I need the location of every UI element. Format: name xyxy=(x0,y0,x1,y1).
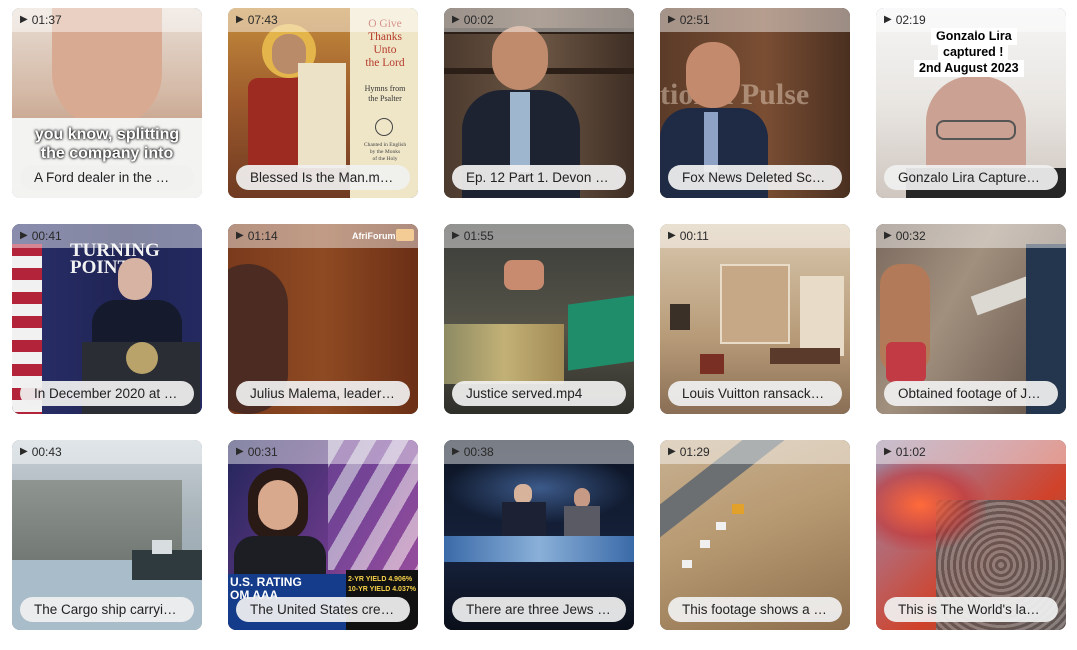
video-tile[interactable]: ▶ 01:29 This footage shows a … xyxy=(660,440,850,630)
video-duration: ▶ 00:32 xyxy=(884,229,926,243)
video-tile[interactable]: ▶ 00:38 There are three Jews … xyxy=(444,440,634,630)
video-title[interactable]: Louis Vuitton ransack… xyxy=(668,381,842,406)
video-title[interactable]: Ep. 12 Part 1. Devon … xyxy=(452,165,626,190)
video-duration: ▶ 01:37 xyxy=(20,13,62,27)
video-tile[interactable]: tional Pulse ▶02:51 Fox News Deleted Sc… xyxy=(660,8,850,198)
video-title[interactable]: In December 2020 at … xyxy=(20,381,194,406)
play-icon: ▶ xyxy=(20,230,28,241)
video-title[interactable]: This footage shows a … xyxy=(668,597,842,622)
video-tile[interactable]: ▶ 00:43 The Cargo ship carryi… xyxy=(12,440,202,630)
play-icon: ▶ xyxy=(668,230,676,241)
play-icon: ▶ xyxy=(236,14,244,25)
ticker-line: 10-YR YIELD 4.037% xyxy=(348,586,416,593)
video-tile[interactable]: U.S. RATING OM AAA 2-YR YIELD 4.906% 10-… xyxy=(228,440,418,630)
video-title[interactable]: Julius Malema, leader … xyxy=(236,381,410,406)
video-grid: you know, splitting the company into ▶ 01… xyxy=(0,0,1077,650)
video-duration: ▶ 01:02 xyxy=(884,445,926,459)
play-icon: ▶ xyxy=(668,14,676,25)
video-overlay-line: 2nd August 2023 xyxy=(914,60,1024,77)
video-tile[interactable]: ▶ 00:32 Obtained footage of J… xyxy=(876,224,1066,414)
video-duration: ▶ 00:02 xyxy=(452,13,494,27)
play-icon: ▶ xyxy=(884,14,892,25)
video-tile[interactable]: ▶ 00:02 Ep. 12 Part 1. Devon … xyxy=(444,8,634,198)
video-title[interactable]: The Cargo ship carryi… xyxy=(20,597,194,622)
video-tile[interactable]: AfriForum ▶ 01:14 Julius Malema, leader … xyxy=(228,224,418,414)
video-tile[interactable]: ▶ 01:55 Justice served.mp4 xyxy=(444,224,634,414)
video-tile[interactable]: you know, splitting the company into ▶ 01… xyxy=(12,8,202,198)
video-title[interactable]: Blessed Is the Man.m… xyxy=(236,165,410,190)
video-title[interactable]: Fox News Deleted Sc… xyxy=(668,165,842,190)
video-duration: ▶ 00:38 xyxy=(452,445,494,459)
play-icon: ▶ xyxy=(884,230,892,241)
play-icon: ▶ xyxy=(20,446,28,457)
video-duration: ▶ 07:43 xyxy=(236,13,278,27)
video-duration: ▶ 01:14 xyxy=(236,229,278,243)
video-tile[interactable]: TURNING POINT ▶ 00:41 In December 2020 at… xyxy=(12,224,202,414)
play-icon: ▶ xyxy=(452,230,460,241)
video-title[interactable]: There are three Jews … xyxy=(452,597,626,622)
video-title[interactable]: Justice served.mp4 xyxy=(452,381,626,406)
play-icon: ▶ xyxy=(668,446,676,457)
video-tile[interactable]: O Give Thanks Unto the Lord Hymns from t… xyxy=(228,8,418,198)
video-tile[interactable]: Gonzalo Lira captured ! 2nd August 2023 … xyxy=(876,8,1066,198)
video-title[interactable]: This is The World's lar… xyxy=(884,597,1058,622)
video-overlay-line: captured ! xyxy=(938,44,1009,61)
video-title[interactable]: The United States cre… xyxy=(236,597,410,622)
video-title[interactable]: Obtained footage of J… xyxy=(884,381,1058,406)
video-overlay-text: you know, splitting the company into xyxy=(34,126,180,162)
video-title[interactable]: A Ford dealer in the … xyxy=(20,165,194,190)
video-duration: ▶ 00:41 xyxy=(20,229,62,243)
play-icon: ▶ xyxy=(452,14,460,25)
play-icon: ▶ xyxy=(20,14,28,25)
video-overlay-small: Chanted in English by the Monks of the H… xyxy=(363,142,407,162)
video-duration: ▶ 02:51 xyxy=(668,13,710,27)
video-duration: ▶ 00:31 xyxy=(236,445,278,459)
video-duration: ▶ 01:55 xyxy=(452,229,494,243)
play-icon: ▶ xyxy=(884,446,892,457)
play-icon: ▶ xyxy=(236,446,244,457)
video-duration: ▶ 02:19 xyxy=(884,13,926,27)
play-icon: ▶ xyxy=(236,230,244,241)
video-duration: ▶ 00:11 xyxy=(668,229,709,243)
video-duration: ▶ 00:43 xyxy=(20,445,62,459)
video-tile[interactable]: ▶ 01:02 This is The World's lar… xyxy=(876,440,1066,630)
video-overlay-subtitle: Hymns from the Psalter xyxy=(364,84,406,103)
video-tile[interactable]: ▶ 00:11 Louis Vuitton ransack… xyxy=(660,224,850,414)
play-icon: ▶ xyxy=(452,446,460,457)
video-title[interactable]: Gonzalo Lira Capture… xyxy=(884,165,1058,190)
ticker-line: 2-YR YIELD 4.906% xyxy=(348,576,413,583)
video-duration: ▶ 01:29 xyxy=(668,445,710,459)
